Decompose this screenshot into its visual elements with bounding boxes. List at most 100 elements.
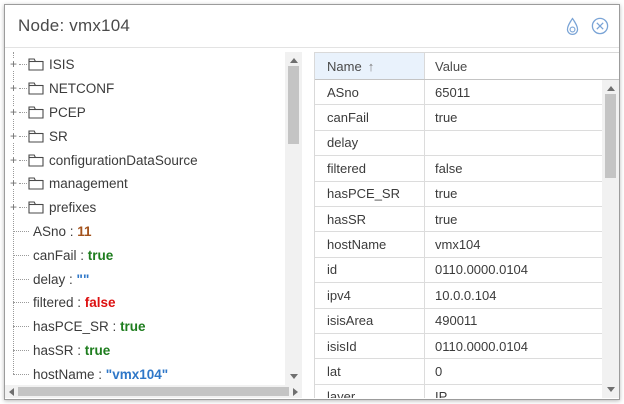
tree: + ISIS + NETCONF + PCEP + SR +configurationDataS… xyxy=(5,52,285,385)
property-value: 11 xyxy=(77,224,91,239)
dialog-body: + ISIS + NETCONF + PCEP + SR +configurationDataS… xyxy=(5,48,619,398)
table-row[interactable]: ASno65011 xyxy=(315,80,602,105)
properties-table: Name ↑ Value ASno65011canFailtruedelayfi… xyxy=(314,52,619,398)
tree-node-prefixes[interactable]: + prefixes xyxy=(5,196,285,220)
property-value: true xyxy=(85,343,111,358)
cell-name: hasSR xyxy=(315,207,425,231)
cell-name: layer xyxy=(315,385,425,398)
scrollbar-thumb[interactable] xyxy=(18,387,289,396)
tree-leaf-ASno[interactable]: ASno : 11 xyxy=(5,220,285,244)
tree-leaf-delay[interactable]: delay : "" xyxy=(5,267,285,291)
property-value: "vmx104" xyxy=(106,367,168,382)
tree-node-label: management xyxy=(49,176,128,191)
tree-connector xyxy=(13,302,29,303)
tree-connector xyxy=(19,183,27,184)
tree-connector xyxy=(19,88,27,89)
folder-icon xyxy=(28,154,44,167)
tree-node-ISIS[interactable]: + ISIS xyxy=(5,53,285,77)
dialog-title: Node: vmx104 xyxy=(18,16,130,36)
table-row[interactable]: id0110.0000.0104 xyxy=(315,258,602,283)
table-body: ASno65011canFailtruedelayfilteredfalseha… xyxy=(315,80,602,398)
tree-connector xyxy=(19,207,27,208)
tree-node-label: PCEP xyxy=(49,105,86,120)
tree-node-NETCONF[interactable]: + NETCONF xyxy=(5,77,285,101)
cell-value: 65011 xyxy=(425,80,602,104)
node-details-dialog: Node: vmx104 + ISIS xyxy=(4,4,620,400)
tree-horizontal-scrollbar[interactable] xyxy=(5,385,302,398)
table-row[interactable]: canFailtrue xyxy=(315,105,602,130)
column-header-name[interactable]: Name ↑ xyxy=(315,53,425,79)
tree-node-label: SR xyxy=(49,129,68,144)
folder-icon xyxy=(28,201,44,214)
droplet-icon[interactable] xyxy=(565,17,580,36)
tree-connector xyxy=(19,64,27,65)
tree-node-configurationDataSource[interactable]: +configurationDataSource xyxy=(5,148,285,172)
folder-icon xyxy=(28,82,44,95)
expand-plus-icon[interactable]: + xyxy=(8,202,19,213)
cell-name: id xyxy=(315,258,425,282)
tree-connector xyxy=(13,279,29,280)
scroll-right-icon[interactable] xyxy=(293,388,298,396)
tree-node-PCEP[interactable]: + PCEP xyxy=(5,101,285,125)
table-row[interactable]: layerIP xyxy=(315,385,602,398)
table-row[interactable]: ipv410.0.0.104 xyxy=(315,283,602,308)
scrollbar-thumb[interactable] xyxy=(288,66,299,144)
cell-value: false xyxy=(425,156,602,180)
scroll-down-icon[interactable] xyxy=(290,374,298,379)
cell-value: true xyxy=(425,207,602,231)
tree-leaf-filtered[interactable]: filtered : false xyxy=(5,291,285,315)
table-row[interactable]: hostNamevmx104 xyxy=(315,232,602,257)
tree-connector xyxy=(19,136,27,137)
property-value: true xyxy=(88,248,114,263)
tree-connector xyxy=(13,326,29,327)
cell-value: IP xyxy=(425,385,602,398)
cell-name: lat xyxy=(315,359,425,383)
tree-leaf-hasSR[interactable]: hasSR : true xyxy=(5,339,285,363)
cell-name: filtered xyxy=(315,156,425,180)
table-row[interactable]: isisArea490011 xyxy=(315,309,602,334)
expand-plus-icon[interactable]: + xyxy=(8,83,19,94)
property-key: hasSR xyxy=(33,343,74,358)
tree-node-SR[interactable]: + SR xyxy=(5,124,285,148)
cell-value: vmx104 xyxy=(425,232,602,256)
close-icon[interactable] xyxy=(591,17,609,35)
tree-leaf-hasPCE_SR[interactable]: hasPCE_SR : true xyxy=(5,315,285,339)
table-row[interactable]: lat0 xyxy=(315,359,602,384)
cell-name: delay xyxy=(315,131,425,155)
tree-leaf-canFail[interactable]: canFail : true xyxy=(5,243,285,267)
table-row[interactable]: hasSRtrue xyxy=(315,207,602,232)
property-key: delay xyxy=(33,272,65,287)
table-header: Name ↑ Value xyxy=(315,53,619,80)
table-vertical-scrollbar[interactable] xyxy=(602,80,619,398)
tree-connector xyxy=(19,112,27,113)
table-row[interactable]: delay xyxy=(315,131,602,156)
tree-leaf-hostName[interactable]: hostName : "vmx104" xyxy=(5,362,285,385)
table-row[interactable]: hasPCE_SRtrue xyxy=(315,182,602,207)
tree-node-label: prefixes xyxy=(49,200,96,215)
tree-node-label: ISIS xyxy=(49,57,75,72)
tree-connector xyxy=(13,231,29,232)
tree-node-label: NETCONF xyxy=(49,81,114,96)
expand-plus-icon[interactable]: + xyxy=(8,107,19,118)
expand-plus-icon[interactable]: + xyxy=(8,59,19,70)
tree-vertical-scrollbar[interactable] xyxy=(285,52,302,385)
scroll-up-icon[interactable] xyxy=(607,86,615,91)
scroll-up-icon[interactable] xyxy=(290,58,298,63)
sort-ascending-icon: ↑ xyxy=(368,59,375,74)
expand-plus-icon[interactable]: + xyxy=(8,131,19,142)
scroll-left-icon[interactable] xyxy=(9,388,14,396)
cell-name: hostName xyxy=(315,232,425,256)
scrollbar-thumb[interactable] xyxy=(605,94,616,178)
tree-node-management[interactable]: + management xyxy=(5,172,285,196)
cell-value: 0110.0000.0104 xyxy=(425,258,602,282)
scroll-down-icon[interactable] xyxy=(607,387,615,392)
cell-value: true xyxy=(425,105,602,129)
table-row[interactable]: isisId0110.0000.0104 xyxy=(315,334,602,359)
property-value: true xyxy=(120,319,146,334)
column-header-value[interactable]: Value xyxy=(425,53,619,79)
cell-name: ASno xyxy=(315,80,425,104)
table-row[interactable]: filteredfalse xyxy=(315,156,602,181)
expand-plus-icon[interactable]: + xyxy=(8,178,19,189)
expand-plus-icon[interactable]: + xyxy=(8,155,19,166)
property-key: hostName xyxy=(33,367,95,382)
